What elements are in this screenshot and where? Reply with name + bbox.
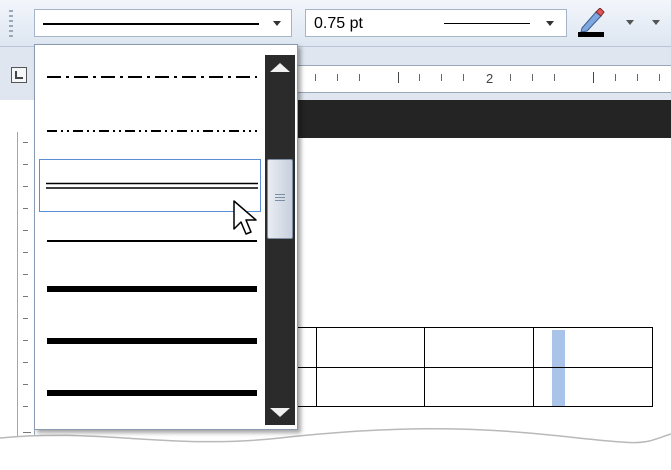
line-style-option-thin[interactable] [39,213,261,267]
thick-line [47,390,257,396]
ruler-number: 2 [486,71,494,86]
chevron-down-icon[interactable] [546,21,554,26]
document-table[interactable] [294,327,653,407]
line-style-option-thick[interactable] [39,263,261,317]
scrollbar-thumb[interactable] [267,159,293,239]
scroll-down-icon[interactable] [270,408,290,417]
line-style-option-thick[interactable] [39,369,261,423]
chevron-down-icon[interactable] [273,21,281,26]
thick-line [47,338,257,344]
thick-line [47,286,257,292]
pen-color-swatch [578,32,604,37]
vertical-ruler[interactable] [17,132,35,454]
mouse-cursor-icon [233,200,257,235]
document-page[interactable] [298,138,671,470]
dash-dot-dot-line [47,130,257,132]
page-background-band [298,100,671,138]
pen-color-button[interactable] [576,7,610,38]
line-style-sample [43,23,259,25]
line-weight-sample [444,23,530,24]
torn-edge [0,427,671,470]
line-weight-combo[interactable]: 0.75 pt [305,9,567,37]
toolbar-options-icon[interactable] [652,20,660,25]
scroll-up-icon[interactable] [270,63,290,72]
line-style-option-thick[interactable] [39,317,261,371]
line-weight-value: 0.75 pt [314,15,363,32]
dash-dot-line [47,76,257,78]
line-style-option-dash-dot-dot[interactable] [39,103,261,157]
pen-icon [580,7,605,33]
thumb-grip-icon [275,194,285,202]
thin-line [47,240,257,242]
tab-selector-icon[interactable] [11,67,27,83]
line-style-option-dash-dot[interactable] [39,49,261,103]
dropdown-scrollbar[interactable] [265,55,295,425]
pen-color-dropdown-icon[interactable] [626,20,634,25]
line-style-option-double[interactable] [39,159,261,212]
double-line [46,182,258,189]
toolbar-grip[interactable] [9,10,13,40]
line-style-combo[interactable] [34,9,292,37]
horizontal-ruler[interactable]: 2 [298,65,671,93]
borders-toolbar: 0.75 pt [0,0,671,47]
